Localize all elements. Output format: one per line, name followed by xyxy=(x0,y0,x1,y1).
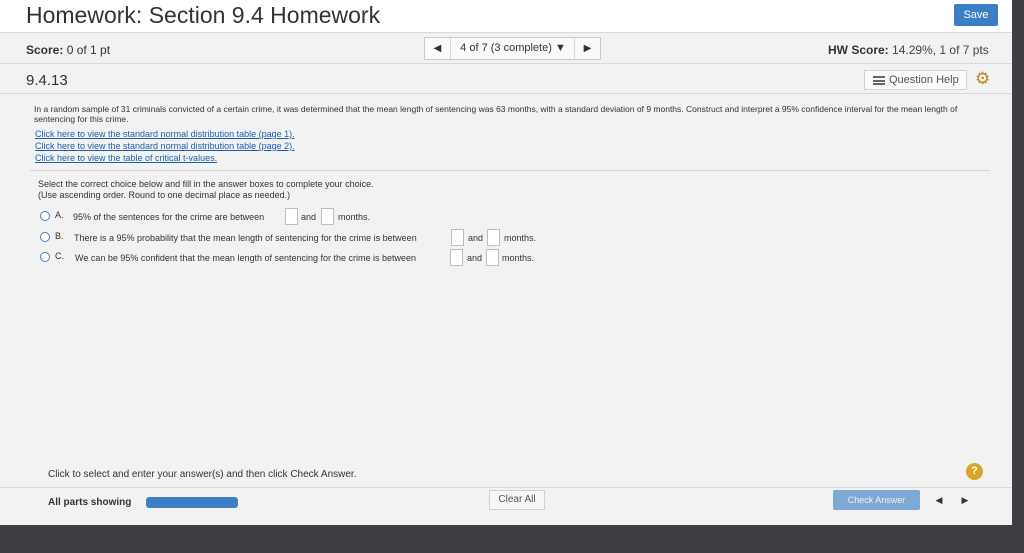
hw-score-display: HW Score: 14.29%, 1 of 7 pts xyxy=(828,43,989,57)
save-button[interactable]: Save xyxy=(954,4,998,26)
instruction-text: Select the correct choice below and fill… xyxy=(38,179,374,189)
normal-table-page-1-link[interactable]: Click here to view the standard normal d… xyxy=(35,129,295,139)
page-title: Homework: Section 9.4 Homework xyxy=(26,2,381,28)
choice-c-radio[interactable] xyxy=(40,252,50,262)
choice-b-and: and xyxy=(468,233,484,243)
choice-a[interactable]: A. 95% of the sentences for the crime ar… xyxy=(40,208,400,226)
question-number: 9.4.13 xyxy=(26,72,68,89)
choice-b-units: months. xyxy=(504,233,537,243)
choice-c-text: We can be 95% confident that the mean le… xyxy=(75,253,417,263)
app-window: Homework: Section 9.4 Homework Save Scor… xyxy=(0,0,1012,525)
choice-c-upper-input[interactable] xyxy=(486,249,499,266)
question-help-label: Question Help xyxy=(889,74,959,86)
choice-b-radio[interactable] xyxy=(40,232,50,242)
divider xyxy=(30,170,990,171)
instruction-hint: (Use ascending order. Round to one decim… xyxy=(38,190,291,200)
previous-question-button[interactable]: ◀ xyxy=(425,38,451,59)
t-values-table-link[interactable]: Click here to view the table of critical… xyxy=(35,153,217,163)
check-answer-button[interactable]: Check Answer xyxy=(833,490,920,510)
score-label: Score: xyxy=(26,43,64,57)
next-part-button[interactable]: ▶ xyxy=(953,490,977,510)
choice-b-lower-input[interactable] xyxy=(451,229,464,246)
next-question-button[interactable]: ▶ xyxy=(574,38,600,59)
help-icon[interactable]: ? xyxy=(966,463,983,480)
choice-a-upper-input[interactable] xyxy=(321,208,334,225)
score-value: 0 of 1 pt xyxy=(66,43,111,57)
choice-a-and: and xyxy=(301,212,317,222)
all-parts-label: All parts showing xyxy=(48,497,132,508)
choice-b-upper-input[interactable] xyxy=(487,229,500,246)
question-bar: 9.4.13 Question Help xyxy=(0,66,1012,94)
title-bar: Homework: Section 9.4 Homework Save xyxy=(0,0,1012,33)
choice-c[interactable]: C. We can be 95% confident that the mean… xyxy=(40,249,560,267)
normal-table-page-2-link[interactable]: Click here to view the standard normal d… xyxy=(35,141,295,151)
answer-instruction: Click to select and enter your answer(s)… xyxy=(48,469,357,480)
hw-score-value: 14.29%, 1 of 7 pts xyxy=(892,43,989,57)
question-help-button[interactable]: Question Help xyxy=(864,70,967,90)
progress-fill xyxy=(146,497,238,508)
gear-icon[interactable]: ⚙ xyxy=(975,69,990,89)
choice-b[interactable]: B. There is a 95% probability that the m… xyxy=(40,229,560,247)
choice-a-text: 95% of the sentences for the crime are b… xyxy=(73,212,265,222)
choice-b-label: B. xyxy=(55,231,64,241)
choice-c-label: C. xyxy=(55,251,64,261)
parts-progress-bar xyxy=(146,497,238,508)
footer-bar: All parts showing Clear All Check Answer… xyxy=(0,487,1012,515)
question-pager: ◀ 4 of 7 (3 complete) ▼ ▶ xyxy=(424,37,601,60)
choice-a-radio[interactable] xyxy=(40,211,50,221)
question-position-dropdown[interactable]: 4 of 7 (3 complete) ▼ xyxy=(453,38,573,59)
choice-c-units: months. xyxy=(502,253,535,263)
score-display: Score: 0 of 1 pt xyxy=(26,43,110,57)
choice-c-lower-input[interactable] xyxy=(450,249,463,266)
list-icon xyxy=(873,76,885,85)
choice-b-text: There is a 95% probability that the mean… xyxy=(74,233,417,243)
problem-statement: In a random sample of 31 criminals convi… xyxy=(34,104,958,124)
choice-a-lower-input[interactable] xyxy=(285,208,298,225)
choice-a-units: months. xyxy=(338,212,371,222)
choice-a-label: A. xyxy=(55,210,64,220)
clear-all-button[interactable]: Clear All xyxy=(489,490,545,510)
choice-c-and: and xyxy=(467,253,483,263)
hw-score-label: HW Score: xyxy=(828,43,889,57)
part-navigation: ◀ ▶ xyxy=(927,490,977,510)
previous-part-button[interactable]: ◀ xyxy=(927,490,951,510)
score-bar: Score: 0 of 1 pt ◀ 4 of 7 (3 complete) ▼… xyxy=(0,34,1012,64)
